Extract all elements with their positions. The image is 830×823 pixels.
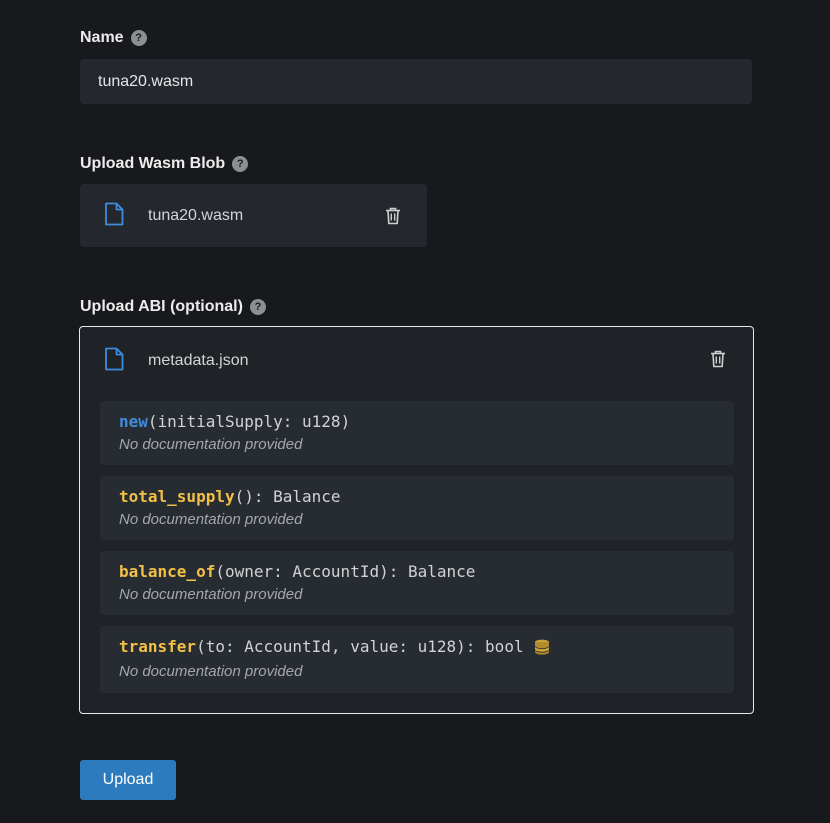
file-icon [105, 347, 124, 371]
message-args: () [234, 487, 254, 506]
abi-file-name: metadata.json [148, 352, 249, 369]
message-returns: : Balance [388, 562, 476, 581]
message-name: new [119, 412, 148, 431]
wasm-upload-label-text: Upload Wasm Blob [80, 155, 226, 172]
wasm-upload-label: Upload Wasm Blob ? [80, 155, 249, 173]
message-doc: No documentation provided [119, 436, 303, 453]
message-signature: balance_of (owner: AccountId) : Balance [119, 562, 475, 581]
message-args: (to: AccountId, value: u128) [196, 637, 466, 656]
message-name: balance_of [119, 562, 216, 581]
name-label-text: Name [80, 29, 124, 46]
upload-contract-form: Name ? Upload Wasm Blob ? tuna20.wasm Up… [0, 0, 830, 823]
wasm-file-dropzone[interactable]: tuna20.wasm [80, 184, 427, 247]
message-doc: No documentation provided [119, 663, 303, 680]
database-icon [534, 639, 549, 655]
upload-button[interactable]: Upload [80, 760, 176, 800]
file-icon [105, 202, 124, 226]
message-args: (initialSupply: u128) [147, 412, 351, 431]
abi-message-card: new (initialSupply: u128) No documentati… [100, 401, 734, 465]
question-circle-icon[interactable]: ? [130, 30, 147, 46]
abi-file-dropzone[interactable]: metadata.json new (initialSupply: u128) … [79, 326, 754, 714]
abi-upload-label-text: Upload ABI (optional) [80, 298, 243, 315]
message-doc: No documentation provided [119, 511, 303, 528]
name-input[interactable] [80, 59, 752, 104]
question-circle-icon[interactable]: ? [249, 299, 266, 315]
message-doc: No documentation provided [119, 586, 303, 603]
message-signature: new (initialSupply: u128) [119, 412, 350, 431]
message-returns: : Balance [253, 487, 341, 506]
wasm-file-name: tuna20.wasm [148, 207, 244, 224]
message-signature: transfer (to: AccountId, value: u128) : … [119, 637, 550, 656]
message-signature: total_supply () : Balance [119, 487, 341, 506]
abi-message-card: balance_of (owner: AccountId) : Balance … [100, 551, 734, 615]
message-name: total_supply [119, 487, 235, 506]
abi-message-card: total_supply () : Balance No documentati… [100, 476, 734, 540]
trash-icon[interactable] [385, 207, 401, 225]
message-returns: : bool [465, 637, 524, 656]
name-label: Name ? [80, 29, 147, 47]
abi-message-card: transfer (to: AccountId, value: u128) : … [100, 626, 734, 693]
trash-icon[interactable] [710, 350, 726, 368]
message-args: (owner: AccountId) [215, 562, 389, 581]
message-name: transfer [119, 637, 197, 656]
abi-upload-label: Upload ABI (optional) ? [80, 298, 266, 316]
question-circle-icon[interactable]: ? [232, 156, 249, 172]
